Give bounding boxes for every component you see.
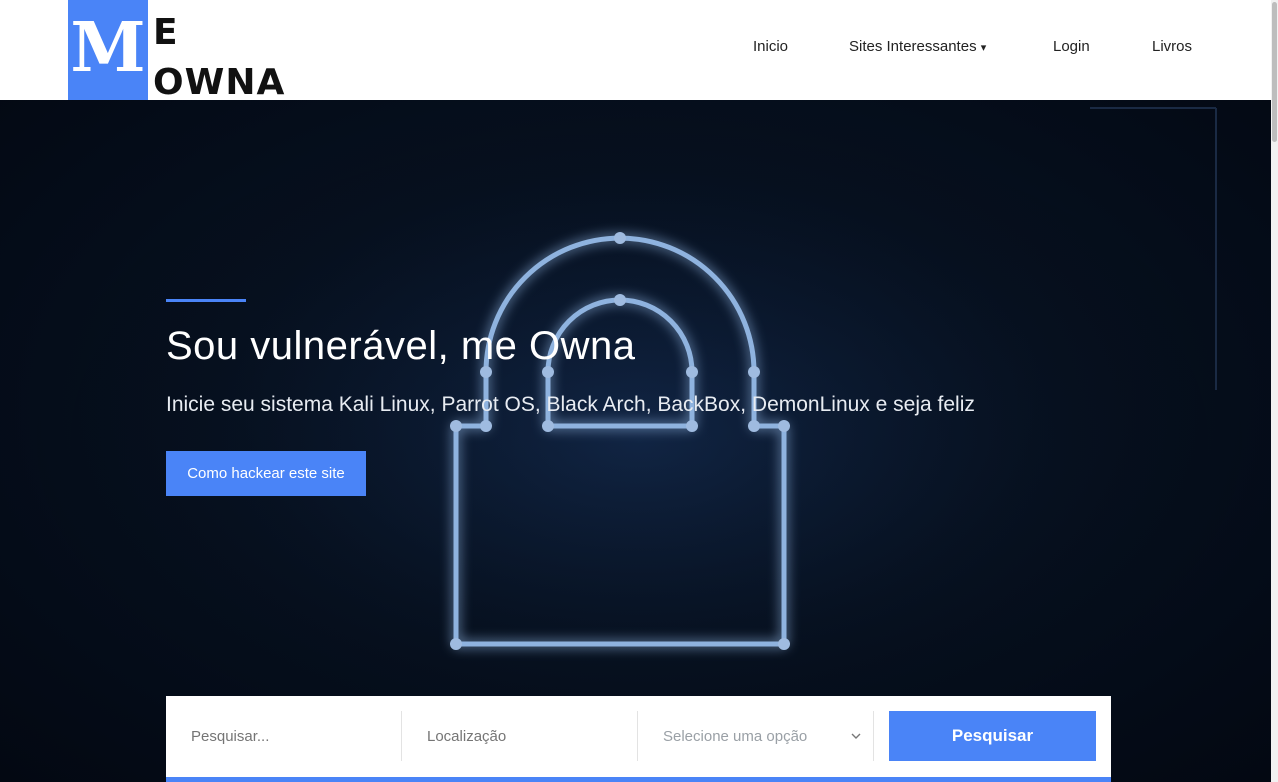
logo-line-1: E <box>153 12 179 53</box>
nav-label: Livros <box>1152 38 1193 55</box>
nav-label: Inicio <box>753 38 789 55</box>
option-select[interactable]: Selecione uma opção <box>638 711 873 761</box>
search-button[interactable]: Pesquisar <box>889 711 1096 761</box>
how-to-hack-button[interactable]: Como hackear este site <box>166 451 366 496</box>
title-accent-line <box>166 299 246 302</box>
scrollbar-thumb[interactable] <box>1272 2 1277 142</box>
logo-text[interactable]: E OWNA <box>153 8 285 108</box>
nav-item-login[interactable]: Login <box>1053 38 1090 62</box>
nav-label: Login <box>1053 38 1090 55</box>
padlock-circuit-icon <box>0 100 1278 782</box>
option-select-value: Selecione uma opção <box>663 727 808 745</box>
logo-letter: M <box>70 8 146 88</box>
chevron-down-icon <box>851 731 861 743</box>
nav-label: Sites Interessantes <box>849 38 977 55</box>
hero-subtitle: Inicie seu sistema Kali Linux, Parrot OS… <box>166 393 975 416</box>
site-header: M E OWNA Inicio Sites Interessantes ▾ Lo… <box>0 0 1278 103</box>
hero-section: Sou vulnerável, me Owna Inicie seu siste… <box>0 100 1278 782</box>
page-scrollbar[interactable] <box>1271 0 1278 782</box>
logo-mark[interactable]: M <box>68 0 148 100</box>
field-divider <box>873 711 874 761</box>
caret-down-icon: ▾ <box>980 42 987 54</box>
nav-item-livros[interactable]: Livros <box>1152 38 1192 62</box>
hero-title: Sou vulnerável, me Owna <box>166 324 636 368</box>
location-input[interactable] <box>402 711 637 761</box>
keyword-search-input[interactable] <box>166 711 401 761</box>
nav-item-sites-interessantes[interactable]: Sites Interessantes ▾ <box>849 38 986 62</box>
nav-item-inicio[interactable]: Inicio <box>753 38 788 62</box>
search-bar: Selecione uma opção Pesquisar <box>166 696 1111 782</box>
